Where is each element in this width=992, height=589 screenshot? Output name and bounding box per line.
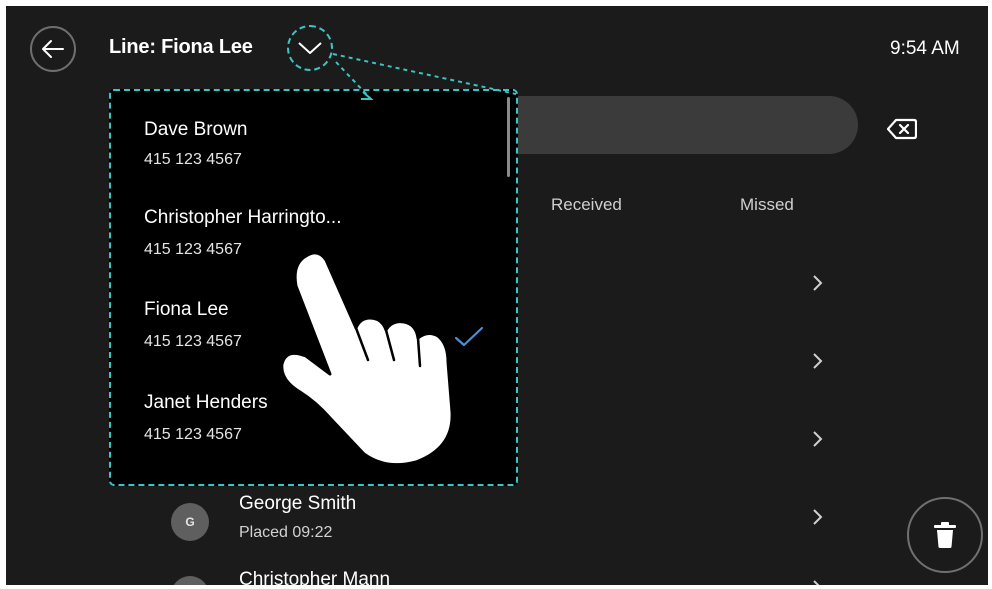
callout-connector [332, 53, 517, 100]
hand-pointer-icon [280, 251, 454, 467]
phone-screen: Line: Fiona Lee 9:54 AM Received Missed … [6, 6, 988, 585]
